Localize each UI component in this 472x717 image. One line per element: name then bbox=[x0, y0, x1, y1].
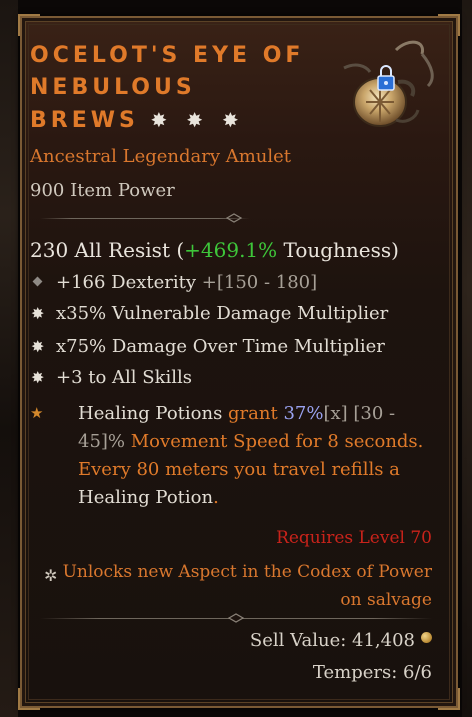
item-type: Ancestral Legendary Amulet bbox=[30, 146, 292, 167]
legendary-text-part: . bbox=[213, 487, 219, 508]
item-power: 900 Item Power bbox=[30, 180, 175, 201]
greater-affix-star-icon: ✸ bbox=[31, 337, 45, 356]
legendary-power-text: Healing Potions grant 37%[x] [30 - 45]% … bbox=[78, 400, 428, 512]
legendary-text-part: Healing Potion bbox=[78, 487, 214, 508]
amulet-icon bbox=[343, 40, 434, 127]
gold-coin-icon bbox=[421, 632, 432, 643]
legendary-bullet: ★ bbox=[30, 402, 56, 423]
background-left-strip bbox=[0, 0, 18, 717]
all-resist-stat: 230 All Resist (+469.1% Toughness) bbox=[30, 238, 399, 262]
frame-corner bbox=[18, 14, 40, 36]
affix-text: x75% Damage Over Time Multiplier bbox=[56, 336, 385, 357]
legendary-power-star-icon: ★ bbox=[30, 404, 44, 422]
frame-corner bbox=[438, 688, 460, 710]
affix-all-skills: ✸ +3 to All Skills bbox=[30, 367, 192, 388]
affix-dexterity: +166 Dexterity +[150 - 180] bbox=[30, 272, 317, 293]
ancestral-stars-icon: ✸ ✸ ✸ bbox=[150, 108, 245, 132]
sell-value: Sell Value: 41,408 bbox=[250, 630, 432, 651]
affix-dot-damage: ✸ x75% Damage Over Time Multiplier bbox=[30, 336, 385, 357]
frame-corner bbox=[18, 688, 40, 710]
diamond-bullet-icon bbox=[32, 276, 43, 287]
greater-affix-star-icon: ✸ bbox=[31, 304, 45, 323]
legendary-text-part: Movement Speed for 8 seconds. Every 80 m… bbox=[78, 431, 424, 480]
section-divider bbox=[40, 218, 250, 219]
greater-affix-star-icon: ✸ bbox=[31, 368, 45, 387]
affix-range: +[150 - 180] bbox=[201, 272, 318, 293]
divider-ornament-icon bbox=[228, 613, 244, 623]
affix-text: +166 Dexterity bbox=[56, 272, 202, 293]
item-name-line: NEBULOUS bbox=[30, 75, 196, 100]
tooltip-screen: OCELOT'S EYE OF NEBULOUS BREWS ✸ ✸ ✸ Anc… bbox=[0, 0, 472, 717]
resist-text: 230 All Resist ( bbox=[30, 238, 185, 262]
codex-unlock-icon: ✲ bbox=[44, 566, 58, 585]
item-name-line: BREWS ✸ ✸ ✸ bbox=[30, 104, 330, 137]
item-name-line: OCELOT'S EYE OF bbox=[30, 43, 305, 68]
item-name-text: BREWS bbox=[30, 108, 139, 133]
divider-ornament-icon bbox=[226, 213, 242, 223]
affix-text: x35% Vulnerable Damage Multiplier bbox=[56, 303, 389, 324]
level-requirement: Requires Level 70 bbox=[276, 528, 432, 548]
legendary-value: 37% bbox=[283, 403, 324, 424]
lock-icon bbox=[377, 65, 395, 91]
resist-suffix: Toughness) bbox=[277, 238, 399, 262]
item-name: OCELOT'S EYE OF NEBULOUS BREWS ✸ ✸ ✸ bbox=[30, 40, 330, 137]
affix-vulnerable-damage: ✸ x35% Vulnerable Damage Multiplier bbox=[30, 303, 388, 324]
tempers-count: Tempers: 6/6 bbox=[312, 662, 432, 683]
affix-text: +3 to All Skills bbox=[56, 367, 193, 388]
background-right-strip bbox=[462, 0, 472, 717]
sell-value-text: Sell Value: 41,408 bbox=[249, 630, 415, 651]
codex-unlock-note: ✲ Unlocks new Aspect in the Codex of Pow… bbox=[44, 558, 432, 614]
legendary-text-part: Healing Potions bbox=[78, 403, 229, 424]
codex-unlock-text: Unlocks new Aspect in the Codex of Power… bbox=[62, 562, 432, 610]
legendary-text-part: grant bbox=[228, 403, 284, 424]
toughness-bonus: +469.1% bbox=[184, 238, 278, 262]
